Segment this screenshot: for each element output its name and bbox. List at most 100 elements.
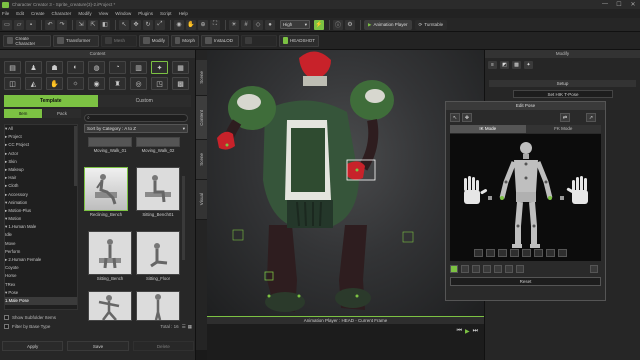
modify-button[interactable]: Modify bbox=[139, 34, 169, 47]
effector-icon[interactable] bbox=[472, 264, 480, 273]
menu-modify[interactable]: Modify bbox=[78, 11, 91, 16]
realtime-toggle-icon[interactable]: ⚡ bbox=[314, 19, 324, 30]
body-category-icon[interactable]: ☗ bbox=[46, 61, 63, 74]
lock-icon[interactable] bbox=[461, 264, 469, 273]
checker-icon[interactable]: ▩ bbox=[512, 60, 521, 69]
thumbnail-item[interactable]: Sitting_Bench bbox=[88, 231, 132, 287]
fk-mode-tab[interactable]: FK Mode bbox=[525, 125, 601, 133]
tree-item[interactable]: ▸ CC Project bbox=[5, 141, 77, 149]
tree-item[interactable]: ▾ Animation bbox=[5, 199, 77, 207]
rotate-joint-icon[interactable] bbox=[483, 264, 491, 273]
menu-window[interactable]: Window bbox=[115, 11, 131, 16]
material-category-icon[interactable]: ▩ bbox=[172, 77, 189, 90]
menu-create[interactable]: Create bbox=[31, 11, 45, 16]
ik-mode-tab[interactable]: IK Mode bbox=[450, 125, 526, 133]
thumbnail-item-selected[interactable]: Reclining_Bench bbox=[84, 167, 128, 223]
preset-icon[interactable] bbox=[546, 249, 555, 257]
actor-category-icon[interactable]: ♟ bbox=[25, 61, 42, 74]
pose-icon[interactable]: ✦ bbox=[524, 60, 533, 69]
grid-view-icon[interactable]: ▦ bbox=[188, 324, 192, 330]
redo-icon[interactable]: ↷ bbox=[57, 19, 67, 30]
thumbnail-scrollbar[interactable] bbox=[182, 176, 185, 260]
preset-icon[interactable] bbox=[474, 249, 483, 257]
3d-viewport[interactable] bbox=[207, 50, 484, 316]
shoes-category-icon[interactable]: ◭ bbox=[25, 77, 42, 90]
reset-button[interactable]: Reset bbox=[450, 277, 601, 286]
zoom-icon[interactable]: ⊕ bbox=[198, 19, 208, 30]
morph-slider-button[interactable] bbox=[241, 34, 277, 47]
export-icon[interactable]: ⇱ bbox=[88, 19, 98, 30]
side-tab-content[interactable]: Content bbox=[196, 96, 207, 140]
preset-icon[interactable] bbox=[510, 249, 519, 257]
set-tpose-button[interactable]: Set HIK T-Pose bbox=[513, 90, 613, 98]
camera-category-icon[interactable]: ◉ bbox=[88, 77, 105, 90]
tree-item[interactable]: ▸ Cloth bbox=[5, 182, 77, 190]
next-frame-icon[interactable]: ⏭ bbox=[473, 328, 478, 335]
open-folder-icon[interactable]: ▱ bbox=[14, 19, 24, 30]
import-icon[interactable]: ⇲ bbox=[76, 19, 86, 30]
select-icon[interactable]: ↖ bbox=[119, 19, 129, 30]
tab-template[interactable]: Template bbox=[4, 95, 98, 107]
menu-edit[interactable]: Edit bbox=[16, 11, 24, 16]
tree-item[interactable]: ▸ Motion-Plus bbox=[5, 207, 77, 215]
prev-frame-icon[interactable]: ⏮ bbox=[457, 328, 462, 335]
creature-character[interactable] bbox=[207, 50, 484, 316]
show-subfolder-checkbox[interactable] bbox=[4, 315, 9, 320]
tree-item[interactable]: ▾ 1.Human Male bbox=[5, 223, 77, 231]
tree-item[interactable]: ▸ Hair bbox=[5, 174, 77, 182]
list-view-icon[interactable]: ☰ bbox=[182, 324, 186, 330]
minimize-button[interactable]: — bbox=[598, 1, 612, 8]
pin-icon[interactable] bbox=[505, 264, 513, 273]
pose-select-icon[interactable]: ↖ bbox=[450, 113, 460, 122]
tree-item[interactable]: ▸ Actor bbox=[5, 150, 77, 158]
fit-icon[interactable]: ⛶ bbox=[210, 19, 220, 30]
light-icon[interactable]: ☀ bbox=[229, 19, 239, 30]
menu-help[interactable]: Help bbox=[179, 11, 188, 16]
gloves-category-icon[interactable]: ✋ bbox=[46, 77, 63, 90]
preset-icon[interactable] bbox=[498, 249, 507, 257]
rotate-icon[interactable]: ↻ bbox=[143, 19, 153, 30]
undo-icon[interactable]: ↶ bbox=[45, 19, 55, 30]
preset-icon[interactable] bbox=[558, 249, 567, 257]
accessory-category-icon[interactable]: ◫ bbox=[4, 77, 21, 90]
info-icon[interactable]: ⓘ bbox=[333, 19, 343, 30]
side-tab-scene-2[interactable]: Scene bbox=[196, 140, 207, 180]
delete-button[interactable]: Delete bbox=[132, 341, 194, 351]
tree-item[interactable]: Move bbox=[5, 240, 77, 248]
camera-icon[interactable]: ◉ bbox=[174, 19, 184, 30]
tree-item[interactable]: ▸ Project bbox=[5, 133, 77, 141]
mesh-button[interactable]: Mesh bbox=[101, 34, 137, 47]
hair-category-icon[interactable]: ◔ bbox=[109, 61, 126, 74]
tree-item[interactable]: Perform bbox=[5, 248, 77, 256]
preset-icon[interactable] bbox=[534, 249, 543, 257]
side-tab-scene[interactable]: Scene bbox=[196, 60, 207, 96]
preset-icon[interactable] bbox=[522, 249, 531, 257]
menu-character[interactable]: Character bbox=[52, 11, 72, 16]
tree-item[interactable]: Idle bbox=[5, 231, 77, 239]
motion-category-icon[interactable]: ♜ bbox=[109, 77, 126, 90]
light-category-icon[interactable]: ☼ bbox=[67, 77, 84, 90]
sort-dropdown[interactable]: Sort by Category : A to Z ▾ bbox=[84, 124, 188, 133]
attributes-icon[interactable]: ≡ bbox=[488, 60, 497, 69]
tree-item[interactable]: ▾ All bbox=[5, 125, 77, 133]
tree-item[interactable]: ▸ Skin bbox=[5, 158, 77, 166]
expand-icon[interactable] bbox=[590, 264, 598, 273]
atmosphere-category-icon[interactable]: ◎ bbox=[130, 77, 147, 90]
save-icon[interactable]: ▪ bbox=[26, 19, 36, 30]
tree-scrollbar[interactable] bbox=[74, 126, 77, 186]
maximize-button[interactable]: ☐ bbox=[612, 1, 626, 8]
tab-custom[interactable]: Custom bbox=[97, 95, 191, 107]
pose-category-icon[interactable]: ✦ bbox=[151, 61, 168, 74]
side-tab-visual[interactable]: Visual bbox=[196, 180, 207, 220]
skin-category-icon[interactable]: ◐ bbox=[67, 61, 84, 74]
animation-player-button[interactable]: ▶ Animation Player bbox=[364, 19, 412, 30]
render-icon[interactable]: ◧ bbox=[100, 19, 110, 30]
save-button[interactable]: Save bbox=[67, 341, 129, 351]
pose-reach-icon[interactable]: ↗ bbox=[586, 113, 596, 122]
scale-icon[interactable]: ⤢ bbox=[155, 19, 165, 30]
tree-item-selected[interactable]: 1.Male Pose bbox=[5, 296, 77, 306]
shade-icon[interactable]: ● bbox=[265, 19, 275, 30]
preset-icon[interactable] bbox=[486, 249, 495, 257]
tree-item[interactable]: Horse bbox=[5, 272, 77, 280]
pose-move-icon[interactable]: ✥ bbox=[462, 113, 472, 122]
